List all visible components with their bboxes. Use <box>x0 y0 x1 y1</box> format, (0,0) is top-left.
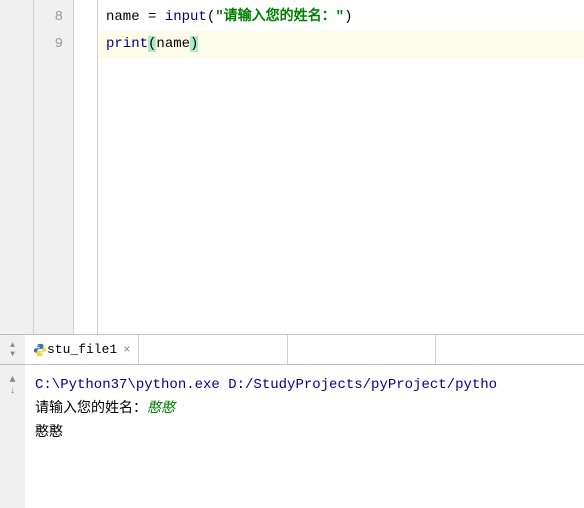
console-tabs-bar: ▲ ▼ stu_file1 × <box>0 335 584 365</box>
editor-area: 8 9 name = input("请输入您的姓名：") print(name) <box>0 0 584 335</box>
editor-sidebar-icons <box>0 0 34 334</box>
tab-close-button[interactable]: × <box>123 343 130 357</box>
console-output-panel[interactable]: C:\Python37\python.exe D:/StudyProjects/… <box>25 365 584 508</box>
code-token-paren: ( <box>207 9 215 25</box>
console-control-icons-side[interactable]: ▲ ↓ <box>0 365 25 508</box>
code-token-builtin: input <box>165 9 207 25</box>
code-line[interactable]: name = input("请输入您的姓名：") <box>98 4 584 31</box>
console-user-input: 憨憨 <box>147 401 175 417</box>
code-token-builtin: print <box>106 36 148 52</box>
code-token-operator: = <box>140 9 165 25</box>
console-command-text: C:\Python37\python.exe D:/StudyProjects/… <box>35 377 497 393</box>
chevron-down-icon: ▼ <box>10 350 15 359</box>
python-icon <box>33 343 47 357</box>
console-output-line: 憨憨 <box>35 421 574 445</box>
chevron-up-icon: ▲ <box>9 375 15 386</box>
code-token-paren-matched: ) <box>190 36 198 52</box>
line-number[interactable]: 9 <box>34 31 73 58</box>
line-numbers-gutter: 8 9 <box>34 0 74 334</box>
tab-empty-slot <box>436 335 584 364</box>
console-output-text: 憨憨 <box>35 425 63 441</box>
console-tab[interactable]: stu_file1 × <box>25 335 139 364</box>
code-editor[interactable]: name = input("请输入您的姓名：") print(name) <box>98 0 584 334</box>
code-token-paren: ) <box>344 9 352 25</box>
console-input-line: 请输入您的姓名：憨憨 <box>35 397 574 421</box>
fold-gutter <box>74 0 98 334</box>
console-prompt-text: 请输入您的姓名： <box>35 401 147 417</box>
tab-filename: stu_file1 <box>47 342 117 357</box>
code-token-identifier: name <box>106 9 140 25</box>
chevron-up-icon: ▲ <box>10 341 15 350</box>
line-number[interactable]: 8 <box>34 4 73 31</box>
tab-empty-slot <box>139 335 288 364</box>
tab-empty-slot <box>288 335 437 364</box>
code-line-current[interactable]: print(name) <box>98 31 584 58</box>
console-command-line: C:\Python37\python.exe D:/StudyProjects/… <box>35 373 574 397</box>
console-control-icons-top[interactable]: ▲ ▼ <box>0 335 25 364</box>
console-area: ▲ ↓ C:\Python37\python.exe D:/StudyProje… <box>0 365 584 508</box>
code-token-string: "请输入您的姓名：" <box>215 9 344 25</box>
code-token-identifier: name <box>156 36 190 52</box>
chevron-down-icon: ↓ <box>9 386 15 397</box>
